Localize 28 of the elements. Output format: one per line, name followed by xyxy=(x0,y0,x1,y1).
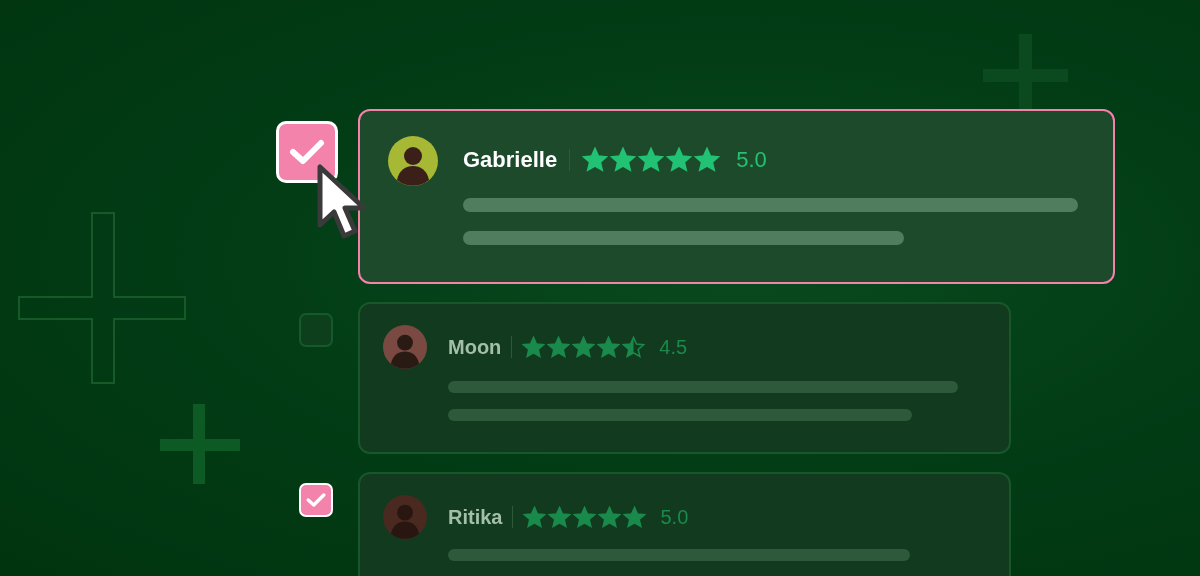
avatar-icon xyxy=(388,136,438,186)
star-icon xyxy=(522,335,546,359)
star-icon xyxy=(694,147,721,173)
reviewer-name: Moon xyxy=(448,335,502,359)
star-icon xyxy=(547,335,571,359)
star-icon xyxy=(610,147,637,173)
star-icon xyxy=(638,147,665,173)
check-icon xyxy=(306,492,326,508)
star-icon xyxy=(597,335,621,359)
star-icon xyxy=(548,505,572,529)
star-icon xyxy=(622,335,646,359)
check-icon xyxy=(289,138,325,166)
cursor-icon xyxy=(316,163,366,241)
reviewer-name: Ritika xyxy=(448,505,503,529)
star-icon xyxy=(582,147,609,173)
star-icon xyxy=(598,505,622,529)
star-icon xyxy=(623,505,647,529)
star-icon xyxy=(523,505,547,529)
reviewer-name: Gabrielle xyxy=(463,147,558,173)
avatar-icon xyxy=(383,495,427,539)
star-icon xyxy=(573,505,597,529)
rating-value: 4.5 xyxy=(659,335,688,359)
rating-value: 5.0 xyxy=(736,147,767,173)
avatar-icon xyxy=(383,325,427,369)
star-icon xyxy=(666,147,693,173)
checkbox[interactable] xyxy=(299,313,333,347)
rating-value: 5.0 xyxy=(660,505,689,529)
star-icon xyxy=(572,335,596,359)
